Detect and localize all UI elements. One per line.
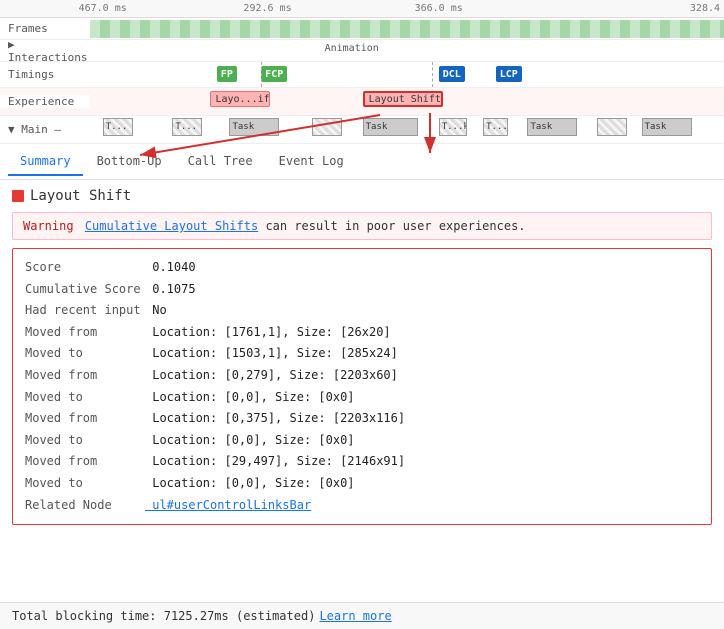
tab-event-log[interactable]: Event Log: [267, 148, 356, 176]
time-tick-2: 292.6 ms: [243, 3, 291, 14]
detail-row: Moved from Location: [1761,1], Size: [26…: [25, 322, 699, 344]
layout-shift-block-2[interactable]: Layout Shift: [363, 91, 443, 107]
detail-value: Location: [1761,1], Size: [26x20]: [145, 322, 391, 344]
interactions-track: Animation: [90, 40, 724, 61]
task-block-10[interactable]: Task: [642, 118, 692, 136]
time-markers-row: 467.0 ms 292.6 ms 366.0 ms 328.4: [0, 0, 724, 18]
detail-row: Had recent input No: [25, 300, 699, 322]
detail-key: Moved to: [25, 430, 145, 452]
warning-suffix-text: can result in poor user experiences.: [265, 219, 525, 233]
detail-key: Related Node: [25, 495, 145, 517]
fcp-badge: FCP: [261, 66, 287, 82]
detail-row: Score 0.1040: [25, 257, 699, 279]
layout-shift-icon: [12, 190, 24, 202]
animation-label: Animation: [325, 43, 379, 54]
dashed-line-1: [261, 62, 262, 87]
cumulative-layout-shifts-link[interactable]: Cumulative Layout Shifts: [85, 219, 258, 233]
detail-value: Location: [0,0], Size: [0x0]: [145, 387, 355, 409]
detail-key: Had recent input: [25, 300, 145, 322]
detail-value: No: [145, 300, 167, 322]
footer-text: Total blocking time: 7125.27ms (estimate…: [12, 609, 315, 623]
learn-more-link[interactable]: Learn more: [319, 609, 391, 623]
detail-key: Moved to: [25, 473, 145, 495]
detail-value: Location: [29,497], Size: [2146x91]: [145, 451, 405, 473]
detail-row: Moved to Location: [0,0], Size: [0x0]: [25, 430, 699, 452]
frames-track: [90, 18, 724, 39]
timings-label: Timings: [0, 68, 90, 81]
task-block-3[interactable]: Task: [229, 118, 279, 136]
detail-value: Location: [0,0], Size: [0x0]: [145, 430, 355, 452]
detail-key: Cumulative Score: [25, 279, 145, 301]
interactions-label: ▶ Interactions: [0, 40, 90, 62]
experience-track: Layo...ift Layout Shift: [90, 88, 724, 115]
tab-bottom-up[interactable]: Bottom-Up: [85, 148, 174, 176]
detail-key: Moved from: [25, 408, 145, 430]
task-block-2[interactable]: T...: [172, 118, 202, 136]
main-label: ▼ Main —: [0, 123, 90, 136]
panel-title: Layout Shift: [0, 180, 724, 212]
detail-value: 0.1075: [145, 279, 196, 301]
lcp-badge: LCP: [496, 66, 522, 82]
main-row: ▼ Main — T... T... Task Task T...k T... …: [0, 116, 724, 144]
frames-row: Frames: [0, 18, 724, 40]
warning-label: Warning: [23, 219, 74, 233]
task-block-9[interactable]: [597, 118, 627, 136]
time-tick-4: 328.4: [690, 3, 720, 14]
timings-row: Timings FP FCP DCL LCP: [0, 62, 724, 88]
detail-key: Score: [25, 257, 145, 279]
detail-key: Moved from: [25, 451, 145, 473]
main-track: T... T... Task Task T...k T... Task Task: [90, 116, 724, 143]
frames-bar: [90, 20, 724, 38]
tab-call-tree[interactable]: Call Tree: [176, 148, 265, 176]
time-tick-3: 366.0 ms: [415, 3, 463, 14]
detail-row: Related Node ul#userControlLinksBar: [25, 495, 699, 517]
detail-row: Moved from Location: [29,497], Size: [21…: [25, 451, 699, 473]
detail-row: Moved to Location: [0,0], Size: [0x0]: [25, 473, 699, 495]
experience-label: Experience: [0, 95, 90, 108]
detail-value: Location: [1503,1], Size: [285x24]: [145, 343, 398, 365]
detail-key: Moved to: [25, 387, 145, 409]
dashed-line-2: [432, 62, 433, 87]
detail-row: Moved from Location: [0,279], Size: [220…: [25, 365, 699, 387]
details-box: Score 0.1040Cumulative Score 0.1075Had r…: [12, 248, 712, 525]
task-block-4[interactable]: [312, 118, 342, 136]
detail-row: Moved from Location: [0,375], Size: [220…: [25, 408, 699, 430]
dcl-badge: DCL: [439, 66, 465, 82]
detail-row: Cumulative Score 0.1075: [25, 279, 699, 301]
detail-key: Moved from: [25, 365, 145, 387]
frames-label: Frames: [0, 22, 90, 35]
experience-row: Experience Layo...ift Layout Shift: [0, 88, 724, 116]
warning-bar: Warning Cumulative Layout Shifts can res…: [12, 212, 712, 240]
detail-key: Moved to: [25, 343, 145, 365]
timings-track: FP FCP DCL LCP: [90, 62, 724, 87]
time-tick-1: 467.0 ms: [79, 3, 127, 14]
task-block-7[interactable]: T...: [483, 118, 508, 136]
task-block-1[interactable]: T...: [103, 118, 133, 136]
detail-value[interactable]: ul#userControlLinksBar: [145, 495, 311, 517]
detail-value: Location: [0,279], Size: [2203x60]: [145, 365, 398, 387]
fp-badge: FP: [217, 66, 237, 82]
footer-bar: Total blocking time: 7125.27ms (estimate…: [0, 602, 724, 629]
detail-row: Moved to Location: [0,0], Size: [0x0]: [25, 387, 699, 409]
interactions-row: ▶ Interactions Animation: [0, 40, 724, 62]
tab-summary[interactable]: Summary: [8, 148, 83, 176]
layout-shift-block-1[interactable]: Layo...ift: [210, 91, 270, 107]
panel-title-text: Layout Shift: [30, 188, 131, 204]
detail-key: Moved from: [25, 322, 145, 344]
task-block-5[interactable]: Task: [363, 118, 418, 136]
detail-value: Location: [0,375], Size: [2203x116]: [145, 408, 405, 430]
task-block-6[interactable]: T...k: [439, 118, 467, 136]
detail-row: Moved to Location: [1503,1], Size: [285x…: [25, 343, 699, 365]
detail-value: 0.1040: [145, 257, 196, 279]
tabs-bar: Summary Bottom-Up Call Tree Event Log: [0, 144, 724, 180]
detail-value: Location: [0,0], Size: [0x0]: [145, 473, 355, 495]
task-block-8[interactable]: Task: [527, 118, 577, 136]
